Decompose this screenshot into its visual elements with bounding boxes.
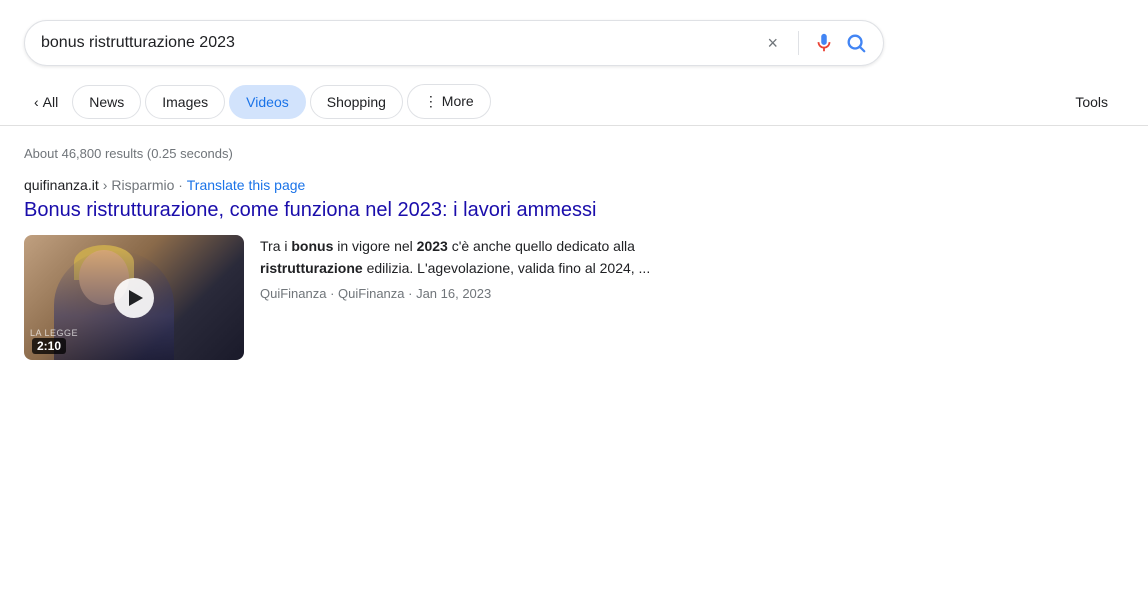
video-thumbnail[interactable]: LA LEGGE 2:10	[24, 235, 244, 360]
play-icon	[129, 290, 143, 306]
tab-news[interactable]: News	[72, 85, 141, 119]
tab-more[interactable]: ⋮ More	[407, 84, 491, 119]
back-icon: ‹	[34, 94, 39, 110]
play-button[interactable]	[114, 278, 154, 318]
tab-images-label: Images	[162, 94, 208, 110]
result-separator: ›	[103, 177, 108, 193]
tab-more-label: ⋮ More	[424, 93, 474, 110]
result-meta: QuiFinanza · QuiFinanza · Jan 16, 2023	[260, 286, 726, 301]
results-info: About 46,800 results (0.25 seconds)	[0, 126, 1148, 171]
tab-videos[interactable]: Videos	[229, 85, 306, 119]
tabs-container: ‹ All News Images Videos Shopping ⋮ More…	[0, 78, 1148, 126]
result-domain: quifinanza.it	[24, 177, 99, 193]
translate-link[interactable]: Translate this page	[187, 177, 306, 193]
voice-search-icon[interactable]	[813, 32, 835, 54]
tab-back[interactable]: ‹ All	[24, 86, 68, 118]
result-snippet-container: Tra i bonus in vigore nel 2023 c'è anche…	[260, 235, 726, 301]
video-duration: 2:10	[32, 338, 66, 354]
result-title[interactable]: Bonus ristrutturazione, come funziona ne…	[24, 197, 726, 223]
search-input[interactable]: bonus ristrutturazione 2023	[41, 34, 751, 52]
tab-shopping-label: Shopping	[327, 94, 386, 110]
clear-icon[interactable]: ×	[761, 33, 784, 54]
tools-label: Tools	[1075, 94, 1108, 110]
result-source: quifinanza.it › Risparmio · Translate th…	[24, 177, 726, 193]
search-bar: bonus ristrutturazione 2023 ×	[24, 20, 884, 66]
result-dot: ·	[178, 178, 182, 193]
tab-shopping[interactable]: Shopping	[310, 85, 403, 119]
thumbnail-watermark: LA LEGGE	[24, 328, 244, 338]
tools-button[interactable]: Tools	[1059, 86, 1124, 118]
tab-news-label: News	[89, 94, 124, 110]
watermark-text: LA LEGGE	[30, 328, 78, 338]
result-breadcrumb: Risparmio	[111, 177, 174, 193]
result-container: quifinanza.it › Risparmio · Translate th…	[0, 171, 750, 380]
all-tab-label: All	[43, 94, 59, 110]
thumbnail-decoration-body	[54, 250, 174, 360]
search-submit-icon[interactable]	[845, 32, 867, 54]
results-count: About 46,800 results (0.25 seconds)	[24, 146, 233, 161]
result-snippet: Tra i bonus in vigore nel 2023 c'è anche…	[260, 235, 726, 280]
result-body: LA LEGGE 2:10 Tra i bonus in vigore nel …	[24, 235, 726, 360]
search-divider	[798, 31, 799, 55]
tab-videos-label: Videos	[246, 94, 289, 110]
search-bar-container: bonus ristrutturazione 2023 ×	[0, 0, 1148, 78]
tab-images[interactable]: Images	[145, 85, 225, 119]
